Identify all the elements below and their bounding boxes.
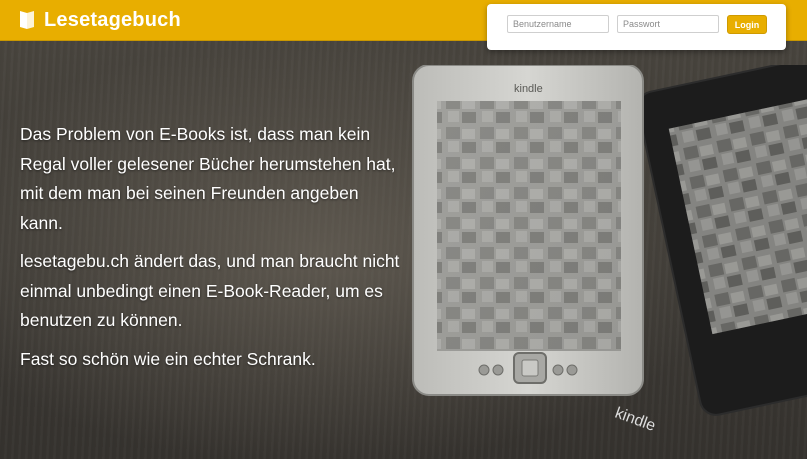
hero-text: Das Problem von E-Books ist, dass man ke… [20,120,400,383]
hero-paragraph: Fast so schön wie ein echter Schrank. [20,348,316,369]
hero-paragraph: lesetagebu.ch ändert das, und man brauch… [20,251,400,330]
front-kindle-logo: kindle [514,83,543,95]
back-kindle-logo: kindle [613,405,658,435]
brand-logo[interactable]: Lesetagebuch [18,6,181,34]
back-kindle [636,65,807,416]
login-button[interactable]: Login [727,15,767,34]
brand-name: Lesetagebuch [44,8,181,31]
front-kindle [412,65,644,396]
username-field[interactable] [507,15,609,33]
hero-paragraph: Das Problem von E-Books ist, dass man ke… [20,124,396,233]
kindle-devices-image: kindle kindle [412,65,807,435]
login-panel: Login [487,4,786,50]
book-icon [20,11,34,29]
password-field[interactable] [617,15,719,33]
